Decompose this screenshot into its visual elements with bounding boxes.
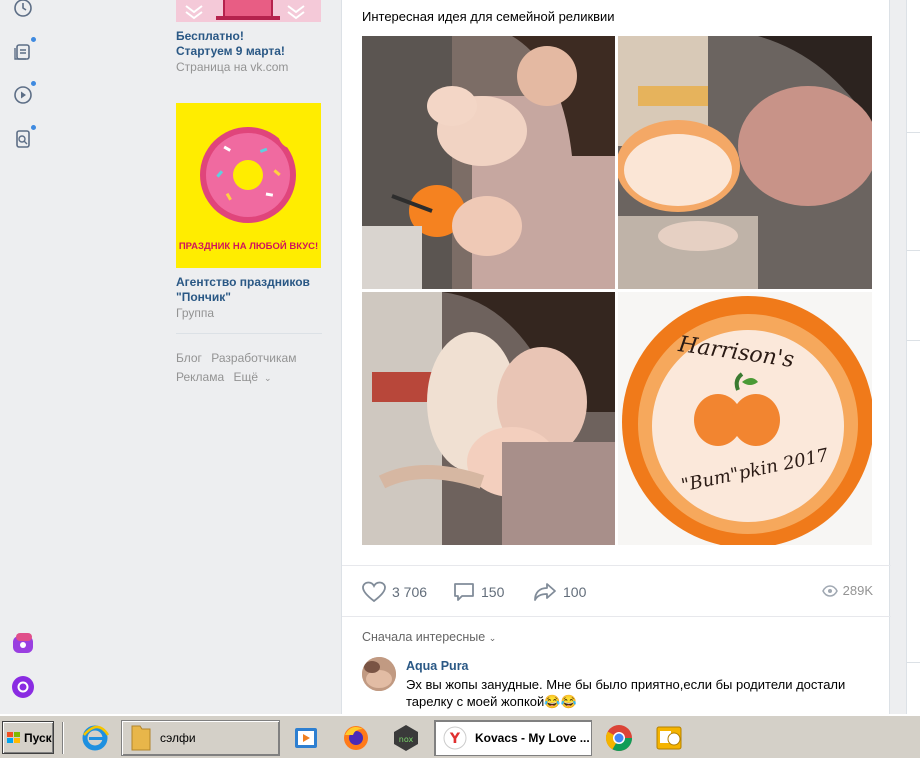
- link-ads[interactable]: Реклама: [176, 370, 224, 384]
- post-photo-2[interactable]: [618, 36, 872, 289]
- media-player-icon[interactable]: [290, 722, 324, 754]
- ad2-title-line1[interactable]: Агентство праздников: [176, 275, 310, 290]
- ad2-banner-text: ПРАЗДНИК НА ЛЮБОЙ ВКУС!: [178, 241, 319, 252]
- ad2-title-line2[interactable]: "Пончик": [176, 290, 231, 305]
- yandex-browser-icon: Y: [443, 726, 467, 750]
- share-count: 100: [563, 584, 587, 600]
- ad1-subtitle: Страница на vk.com: [176, 60, 289, 74]
- chevron-down-icon: ⌄: [488, 633, 497, 643]
- post-text: Интересная идея для семейной реликвии: [362, 9, 615, 24]
- comments-sort[interactable]: Сначала интересные ⌄: [362, 630, 496, 644]
- comment-author[interactable]: Aqua Pura: [406, 659, 469, 673]
- ad2-subtitle: Группа: [176, 306, 215, 320]
- search-doc-icon[interactable]: [12, 124, 37, 150]
- comment-count: 150: [481, 584, 505, 600]
- svg-text:nox: nox: [399, 735, 414, 744]
- chrome-icon[interactable]: [602, 722, 636, 754]
- share-button[interactable]: 100: [533, 581, 586, 603]
- documents-icon[interactable]: [12, 36, 37, 62]
- post-photo-3[interactable]: [362, 292, 615, 545]
- comments-sort-label: Сначала интересные: [362, 630, 486, 644]
- like-button[interactable]: 3 706: [362, 581, 427, 603]
- taskbar-browser-label: Kovacs - My Love ...: [475, 731, 590, 745]
- start-label: Пуск: [24, 730, 52, 745]
- link-more[interactable]: Ещё: [233, 370, 258, 384]
- right-panel-edge: [906, 0, 920, 714]
- post-actions: 3 706 150 100 289K: [342, 565, 891, 617]
- link-blog[interactable]: Блог: [176, 351, 202, 365]
- share-icon: [534, 583, 556, 601]
- ad-image-1[interactable]: [176, 0, 321, 22]
- folder-icon: [131, 725, 151, 751]
- taskbar-folder-button[interactable]: сэлфи: [121, 720, 280, 756]
- like-count: 3 706: [392, 584, 428, 600]
- vk-apps-icon[interactable]: [12, 632, 34, 654]
- ad1-title-line1[interactable]: Бесплатно!: [176, 29, 244, 44]
- divider: [176, 333, 322, 334]
- clock-icon[interactable]: [12, 0, 34, 19]
- internet-explorer-icon[interactable]: [78, 722, 112, 754]
- post-photo-4[interactable]: Harrison's "Bum"pkin 2017: [618, 292, 872, 545]
- taskbar-browser-button[interactable]: Y Kovacs - My Love ...: [434, 720, 592, 756]
- ad1-title-line2[interactable]: Стартуем 9 марта!: [176, 44, 285, 59]
- post-photo-1[interactable]: [362, 36, 615, 289]
- views-counter: 289K: [821, 583, 873, 598]
- svg-text:Y: Y: [449, 731, 461, 747]
- avatar[interactable]: [362, 657, 396, 691]
- windows-logo-icon: [7, 731, 20, 743]
- alice-icon[interactable]: [12, 676, 34, 698]
- eye-icon: [821, 584, 838, 597]
- taskbar: Пуск сэлфи nox Y Kovacs - My Love ...: [0, 714, 920, 758]
- heart-icon: [362, 581, 386, 603]
- outlook-icon[interactable]: [652, 722, 686, 754]
- ad-image-2[interactable]: ПРАЗДНИК НА ЛЮБОЙ ВКУС!: [176, 103, 321, 268]
- post-card: Интересная идея для семейной реликвии Ha…: [341, 0, 891, 714]
- link-developers[interactable]: Разработчикам: [211, 351, 296, 365]
- comment-text: Эх вы жопы занудные. Мне бы было приятно…: [406, 677, 846, 709]
- start-button[interactable]: Пуск: [2, 721, 54, 754]
- views-count: 289K: [842, 583, 873, 598]
- chevron-down-icon[interactable]: ⌄: [264, 373, 272, 383]
- comment-icon: [454, 583, 474, 601]
- video-icon[interactable]: [12, 80, 37, 106]
- taskbar-separator: [62, 722, 64, 754]
- nox-icon[interactable]: nox: [389, 722, 423, 754]
- footer-links: Блог Разработчикам Реклама Ещё ⌄: [176, 349, 302, 388]
- firefox-icon[interactable]: [339, 722, 373, 754]
- comment-button[interactable]: 150: [453, 581, 504, 603]
- taskbar-folder-label: сэлфи: [160, 731, 196, 745]
- left-rail: [0, 0, 50, 714]
